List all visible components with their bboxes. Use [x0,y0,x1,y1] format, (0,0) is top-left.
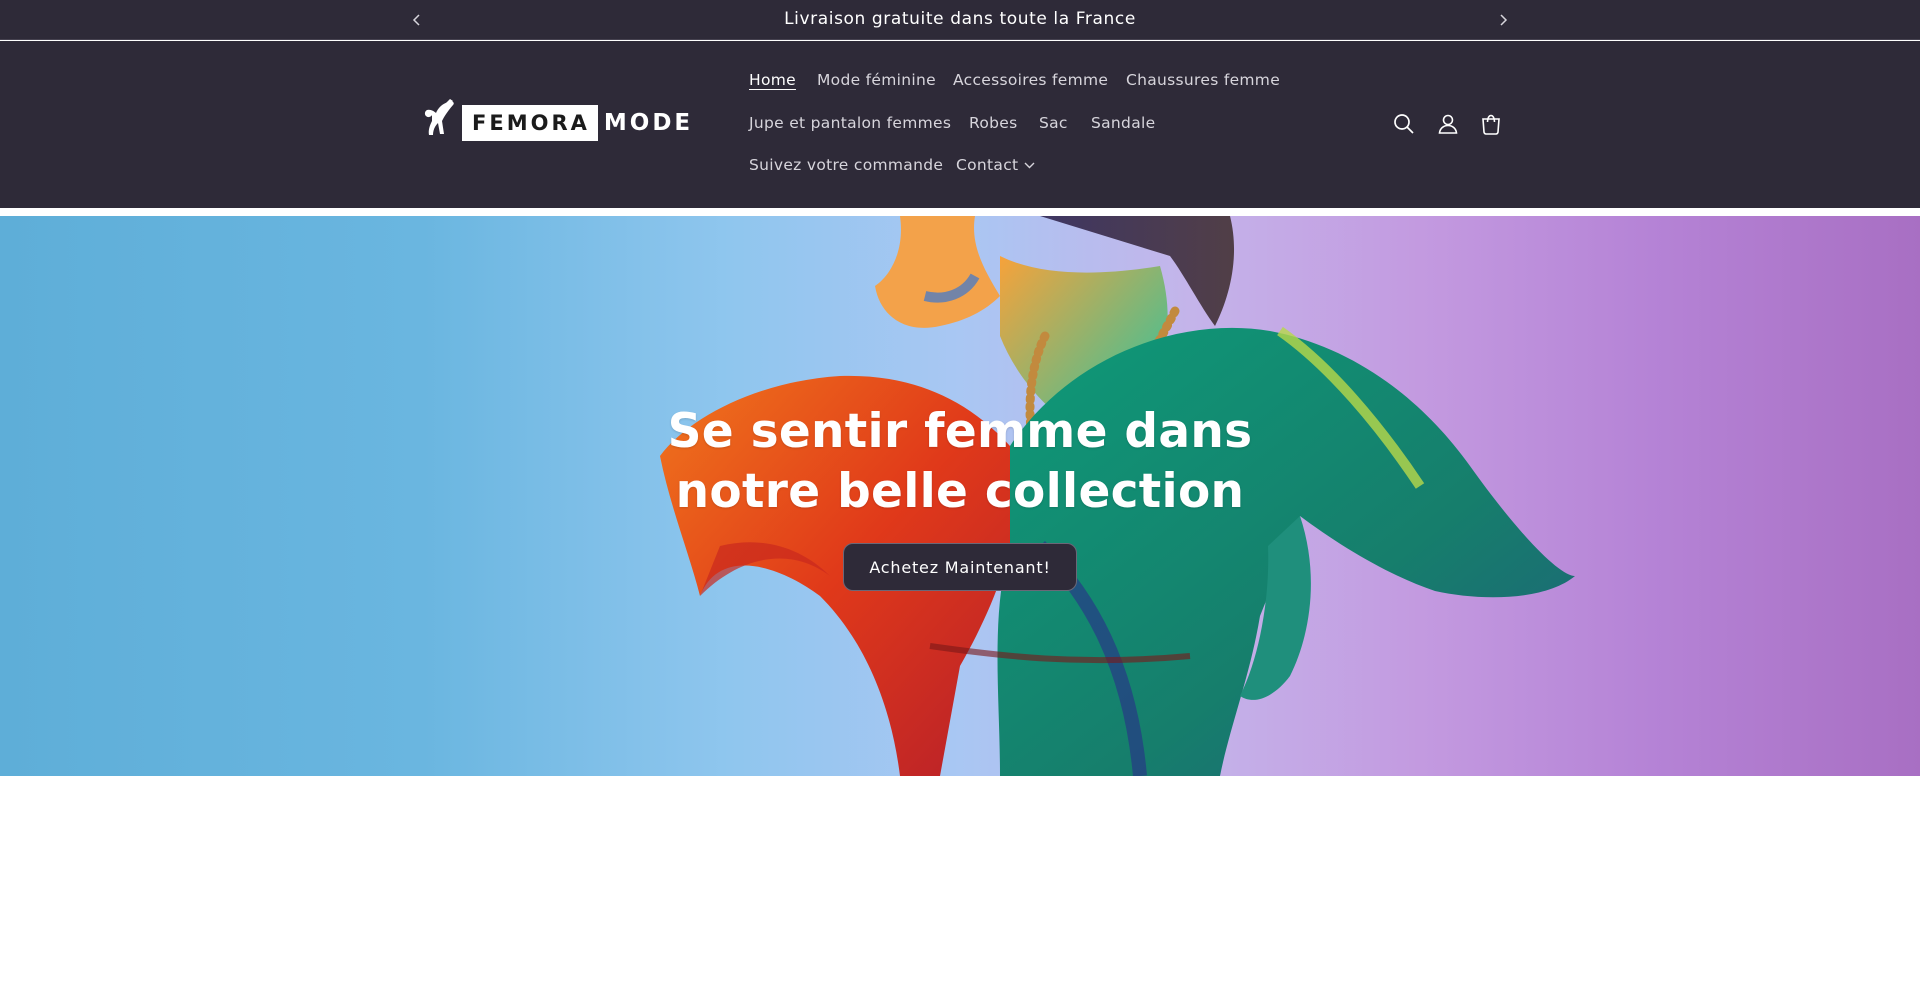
announcement-bar: Livraison gratuite dans toute la France [0,0,1920,40]
search-button[interactable] [1390,110,1418,138]
header-divider [0,208,1920,216]
cart-button[interactable] [1477,110,1505,138]
cart-icon [1482,114,1500,135]
page-content-area [0,776,1920,993]
nav-item-contact-label: Contact [956,156,1019,174]
nav-item-mode-feminine[interactable]: Mode féminine [817,71,936,89]
site-header: FEMORA MODE Home Mode féminine Accessoir… [0,41,1920,208]
hero-headline-line2: notre belle collection [675,464,1245,519]
nav-item-jupe-pantalon[interactable]: Jupe et pantalon femmes [749,114,951,132]
announcement-next-button[interactable] [1493,10,1513,30]
account-button[interactable] [1434,110,1462,138]
logo-word-mode: MODE [603,110,694,136]
logo-word-femora: FEMORA [462,105,598,141]
chevron-down-icon [1024,162,1035,169]
nav-item-contact[interactable]: Contact [956,156,1035,174]
nav-item-suivez-commande[interactable]: Suivez votre commande [749,156,943,174]
nav-item-sac[interactable]: Sac [1039,114,1068,132]
account-icon [1438,114,1458,134]
nav-item-accessoires-femme[interactable]: Accessoires femme [953,71,1108,89]
search-icon [1394,114,1414,134]
shop-now-button[interactable]: Achetez Maintenant! [843,543,1077,591]
hero-headline: Se sentir femme dans notre belle collect… [560,402,1360,522]
announcement-text: Livraison gratuite dans toute la France [784,9,1136,29]
nav-item-chaussures-femme[interactable]: Chaussures femme [1126,71,1280,89]
nav-item-robes[interactable]: Robes [969,114,1018,132]
woman-silhouette-logo-icon [424,99,454,135]
hero-headline-line1: Se sentir femme dans [667,404,1253,459]
chevron-right-icon [1500,14,1508,26]
nav-item-home[interactable]: Home [749,71,796,89]
hero-banner: Se sentir femme dans notre belle collect… [0,216,1920,776]
nav-item-sandale[interactable]: Sandale [1091,114,1155,132]
site-logo[interactable]: FEMORA MODE [420,98,700,148]
